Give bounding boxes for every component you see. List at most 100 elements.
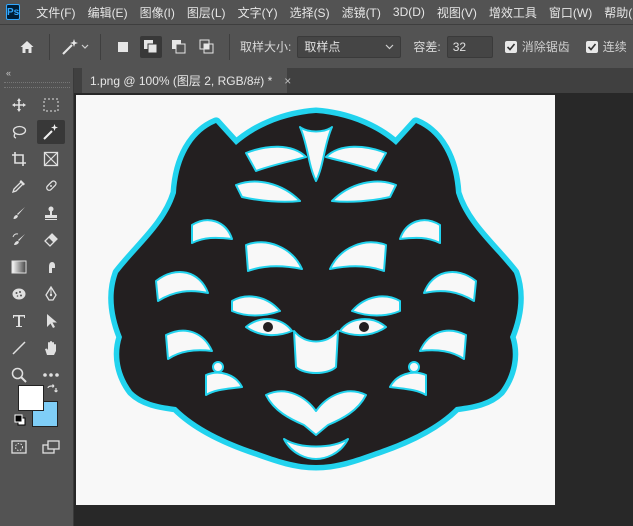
photoshop-logo[interactable]: Ps	[6, 4, 21, 20]
menu-file[interactable]: 文件(F)	[30, 4, 81, 21]
swap-arrow-icon	[47, 384, 58, 393]
contiguous-label: 连续	[602, 40, 627, 54]
options-separator	[49, 33, 50, 60]
new-selection-icon	[118, 41, 128, 52]
spot-healing-brush-tool[interactable]	[37, 174, 65, 198]
menu-image[interactable]: 图像(I)	[134, 4, 181, 21]
document-tab[interactable]: 1.png @ 100% (图层 2, RGB/8#) * ×	[82, 68, 291, 93]
path-selection-tool[interactable]	[37, 309, 65, 333]
quick-mask-icon	[11, 440, 27, 454]
default-colors-icon	[14, 414, 26, 426]
subtract-selection-icon	[172, 39, 186, 53]
line-icon	[12, 341, 26, 355]
magic-wand-icon	[62, 38, 78, 55]
tiger-face-artwork	[108, 107, 524, 471]
frame-icon	[43, 151, 59, 167]
eraser-tool[interactable]	[37, 228, 65, 252]
menu-3d[interactable]: 3D(D)	[387, 5, 431, 19]
sample-size-select[interactable]: 取样点	[297, 35, 402, 58]
intersect-selection-button[interactable]	[196, 36, 218, 58]
menu-edit[interactable]: 编辑(E)	[82, 4, 134, 21]
hand-tool[interactable]	[37, 336, 65, 360]
panel-grip[interactable]	[4, 82, 70, 88]
zoom-icon	[11, 367, 27, 383]
line-tool[interactable]	[5, 336, 33, 360]
move-tool[interactable]	[5, 93, 33, 117]
screen-mode-icon	[42, 440, 60, 454]
options-separator	[229, 33, 230, 60]
foreground-color-swatch[interactable]	[18, 385, 44, 411]
gradient-icon	[11, 260, 27, 274]
menu-layer[interactable]: 图层(L)	[181, 4, 232, 21]
magic-wand-icon	[43, 124, 58, 140]
sample-size-value: 取样点	[304, 40, 341, 54]
stamp-icon	[45, 206, 57, 220]
tolerance-input[interactable]: 32	[446, 35, 493, 58]
marquee-icon	[43, 98, 59, 112]
default-colors-button[interactable]	[12, 413, 28, 427]
gradient-tool[interactable]	[5, 255, 33, 279]
menu-type[interactable]: 文字(Y)	[232, 4, 284, 21]
antialias-label: 消除锯齿	[521, 40, 570, 54]
checkbox-checked-icon	[504, 40, 517, 53]
brush-tool[interactable]	[5, 201, 33, 225]
intersect-selection-icon	[199, 39, 214, 53]
zoom-tool[interactable]	[5, 363, 33, 387]
new-selection-button[interactable]	[112, 36, 134, 58]
menu-filter[interactable]: 滤镜(T)	[336, 4, 387, 21]
document-canvas[interactable]	[76, 95, 555, 505]
type-tool[interactable]	[5, 309, 33, 333]
options-separator	[100, 33, 101, 60]
screen-mode-button[interactable]	[37, 435, 65, 459]
menu-select[interactable]: 选择(S)	[284, 4, 336, 21]
menu-plugins[interactable]: 增效工具	[483, 4, 543, 21]
menu-window[interactable]: 窗口(W)	[543, 4, 598, 21]
contiguous-checkbox[interactable]: 连续	[585, 38, 627, 55]
eraser-icon	[44, 233, 58, 247]
chevron-down-icon	[81, 44, 89, 49]
pen-tool[interactable]	[37, 282, 65, 306]
chevron-down-icon	[385, 44, 394, 49]
quick-mask-button[interactable]	[5, 435, 33, 459]
document-tab-bar: 1.png @ 100% (图层 2, RGB/8#) * ×	[74, 68, 633, 93]
more-dots-icon	[43, 373, 59, 377]
smudge-tool[interactable]	[37, 255, 65, 279]
tolerance-label: 容差:	[413, 40, 441, 54]
add-selection-icon	[144, 39, 158, 53]
crop-tool[interactable]	[5, 147, 33, 171]
arrow-cursor-icon	[47, 314, 57, 328]
type-icon	[13, 315, 25, 327]
smudge-icon	[49, 262, 55, 273]
crop-icon	[12, 152, 26, 166]
history-brush-tool[interactable]	[5, 228, 33, 252]
frame-tool[interactable]	[37, 147, 65, 171]
document-workspace[interactable]	[74, 93, 633, 526]
lasso-icon	[12, 125, 27, 139]
tools-panel: ‹‹	[0, 68, 74, 526]
dodge-tool[interactable]	[5, 282, 33, 306]
home-button[interactable]	[13, 33, 41, 61]
antialias-checkbox[interactable]: 消除锯齿	[504, 38, 570, 55]
tool-preset-picker[interactable]	[58, 33, 92, 61]
magic-wand-tool[interactable]	[37, 120, 65, 144]
subtract-from-selection-button[interactable]	[168, 36, 190, 58]
sponge-icon	[12, 288, 26, 300]
home-icon	[20, 40, 34, 53]
close-icon[interactable]: ×	[284, 74, 291, 88]
menu-view[interactable]: 视图(V)	[431, 4, 483, 21]
collapse-panel-button[interactable]: ‹‹	[6, 68, 11, 78]
brush-icon	[13, 207, 25, 219]
rectangular-marquee-tool[interactable]	[37, 93, 65, 117]
menu-bar: Ps 文件(F) 编辑(E) 图像(I) 图层(L) 文字(Y) 选择(S) 滤…	[0, 0, 633, 24]
move-icon	[12, 98, 26, 112]
menu-help[interactable]: 帮助(H)	[598, 4, 633, 21]
eyedropper-icon	[11, 180, 25, 194]
clone-stamp-tool[interactable]	[37, 201, 65, 225]
eyedropper-tool[interactable]	[5, 174, 33, 198]
lasso-tool[interactable]	[5, 120, 33, 144]
add-to-selection-button[interactable]	[140, 35, 162, 58]
swap-colors-button[interactable]	[44, 383, 60, 397]
options-bar: 取样大小: 取样点 容差: 32 消除锯齿 连续	[0, 24, 633, 68]
bandage-icon	[46, 180, 57, 191]
hand-icon	[45, 341, 56, 355]
